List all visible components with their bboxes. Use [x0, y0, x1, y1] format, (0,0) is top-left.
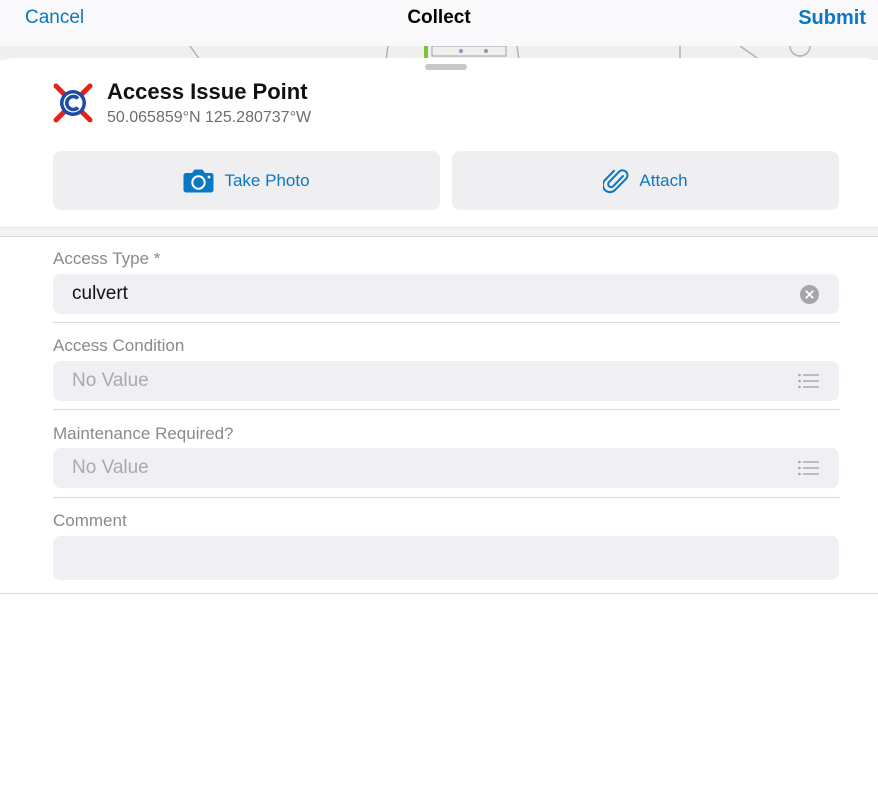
paperclip-icon — [603, 168, 629, 193]
field-separator — [53, 409, 840, 410]
access-type-value: culvert — [72, 283, 128, 304]
list-icon — [798, 460, 819, 476]
page-title: Collect — [407, 7, 471, 28]
access-issue-symbol-icon — [53, 83, 93, 123]
access-type-label: Access Type * — [53, 249, 161, 268]
attach-button[interactable]: Attach — [452, 151, 839, 210]
form-bottom-separator — [0, 593, 878, 594]
take-photo-button[interactable]: Take Photo — [53, 151, 440, 210]
comment-label: Comment — [53, 511, 127, 530]
access-condition-label: Access Condition — [53, 336, 185, 355]
access-condition-field[interactable]: No Value — [53, 361, 839, 401]
list-icon — [798, 373, 819, 389]
sheet-grabber-handle[interactable] — [425, 64, 467, 70]
submit-button[interactable]: Submit — [798, 7, 866, 30]
feature-title: Access Issue Point — [107, 79, 308, 104]
access-condition-placeholder: No Value — [72, 370, 149, 391]
feature-form-sheet: Access Issue Point 50.065859°N 125.28073… — [0, 58, 878, 807]
comment-field[interactable] — [53, 536, 839, 580]
camera-icon — [183, 169, 214, 193]
attach-label: Attach — [639, 170, 688, 190]
maintenance-required-label: Maintenance Required? — [53, 424, 234, 443]
field-separator — [53, 322, 840, 323]
clear-icon[interactable] — [800, 285, 819, 304]
feature-coordinates: 50.065859°N 125.280737°W — [107, 109, 312, 126]
maintenance-required-placeholder: No Value — [72, 457, 149, 478]
maintenance-required-field[interactable]: No Value — [53, 448, 839, 488]
access-type-field[interactable]: culvert — [53, 274, 839, 314]
cancel-button[interactable]: Cancel — [25, 7, 84, 29]
field-separator — [53, 497, 840, 498]
navigation-bar: Cancel Collect Submit — [0, 0, 878, 47]
take-photo-label: Take Photo — [224, 170, 310, 190]
section-divider — [0, 227, 878, 237]
